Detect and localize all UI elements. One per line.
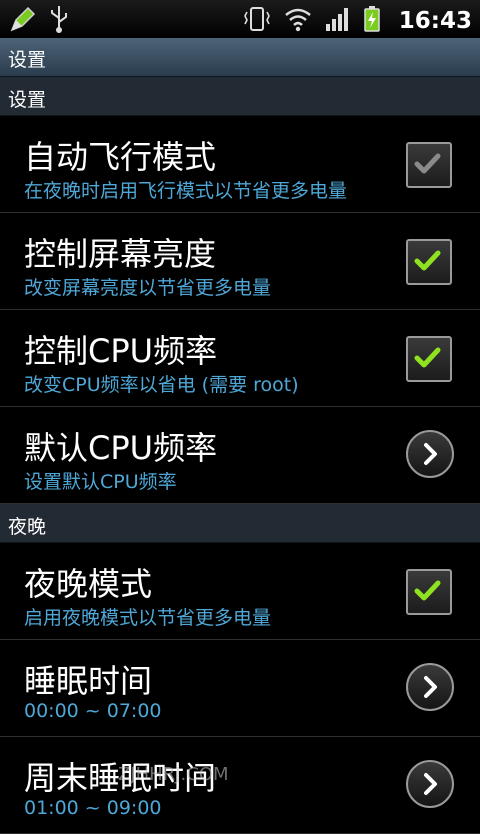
pref-summary: 00:00 ~ 07:00 xyxy=(24,700,162,722)
section-header-settings: 设置 xyxy=(0,77,480,116)
wifi-icon xyxy=(283,4,313,38)
pref-title: 控制屏幕亮度 xyxy=(24,235,217,273)
pref-summary: 在夜晚时启用飞行模式以节省更多电量 xyxy=(24,180,348,202)
auto-airplane-checkbox[interactable] xyxy=(406,142,452,188)
pref-summary: 改变CPU频率以省电 (需要 root) xyxy=(24,374,299,396)
pref-control-cpu-frequency[interactable]: 控制CPU频率 改变CPU频率以省电 (需要 root) xyxy=(0,310,480,407)
night-mode-checkbox[interactable] xyxy=(406,569,452,615)
status-bar-right: 16:43 xyxy=(243,4,472,38)
section-header-label: 设置 xyxy=(8,89,47,111)
control-brightness-checkbox[interactable] xyxy=(406,239,452,285)
weekend-sleep-arrow-button[interactable] xyxy=(406,760,454,808)
battery-charging-icon xyxy=(363,4,381,38)
pref-control-brightness[interactable]: 控制屏幕亮度 改变屏幕亮度以节省更多电量 xyxy=(0,213,480,310)
default-cpu-arrow-button[interactable] xyxy=(406,430,454,478)
page-title: 设置 xyxy=(8,49,47,71)
pref-summary: 启用夜晚模式以节省更多电量 xyxy=(24,607,272,629)
vibrate-icon xyxy=(243,4,271,38)
pref-title: 夜晚模式 xyxy=(24,565,153,603)
clock: 16:43 xyxy=(398,8,472,34)
section-header-night: 夜晚 xyxy=(0,504,480,543)
sleep-time-arrow-button[interactable] xyxy=(406,663,454,711)
pref-summary: 改变屏幕亮度以节省更多电量 xyxy=(24,277,272,299)
pref-auto-airplane-mode[interactable]: 自动飞行模式 在夜晚时启用飞行模式以节省更多电量 xyxy=(0,116,480,213)
usb-icon xyxy=(48,4,70,38)
pref-title: 自动飞行模式 xyxy=(24,138,217,176)
pref-default-cpu-frequency[interactable]: 默认CPU频率 设置默认CPU频率 xyxy=(0,407,480,504)
pref-weekend-sleep-time[interactable]: 周末睡眠时间 01:00 ~ 09:00 xyxy=(0,737,480,834)
pref-title: 控制CPU频率 xyxy=(24,332,218,370)
signal-icon xyxy=(325,4,351,38)
section-header-label: 夜晚 xyxy=(8,516,47,538)
pref-summary: 01:00 ~ 09:00 xyxy=(24,797,162,819)
title-bar: 设置 xyxy=(0,38,480,77)
pref-title: 睡眠时间 xyxy=(24,662,153,700)
pref-summary: 设置默认CPU频率 xyxy=(24,471,177,493)
pref-sleep-time[interactable]: 睡眠时间 00:00 ~ 07:00 xyxy=(0,640,480,737)
status-bar: 16:43 xyxy=(0,0,480,38)
pref-title: 默认CPU频率 xyxy=(24,429,218,467)
pref-night-mode[interactable]: 夜晚模式 启用夜晚模式以节省更多电量 xyxy=(0,543,480,640)
edit-icon xyxy=(8,4,38,38)
watermark: ZJHHRJ.COM xyxy=(118,764,229,785)
control-cpu-checkbox[interactable] xyxy=(406,336,452,382)
status-bar-left xyxy=(8,4,70,38)
